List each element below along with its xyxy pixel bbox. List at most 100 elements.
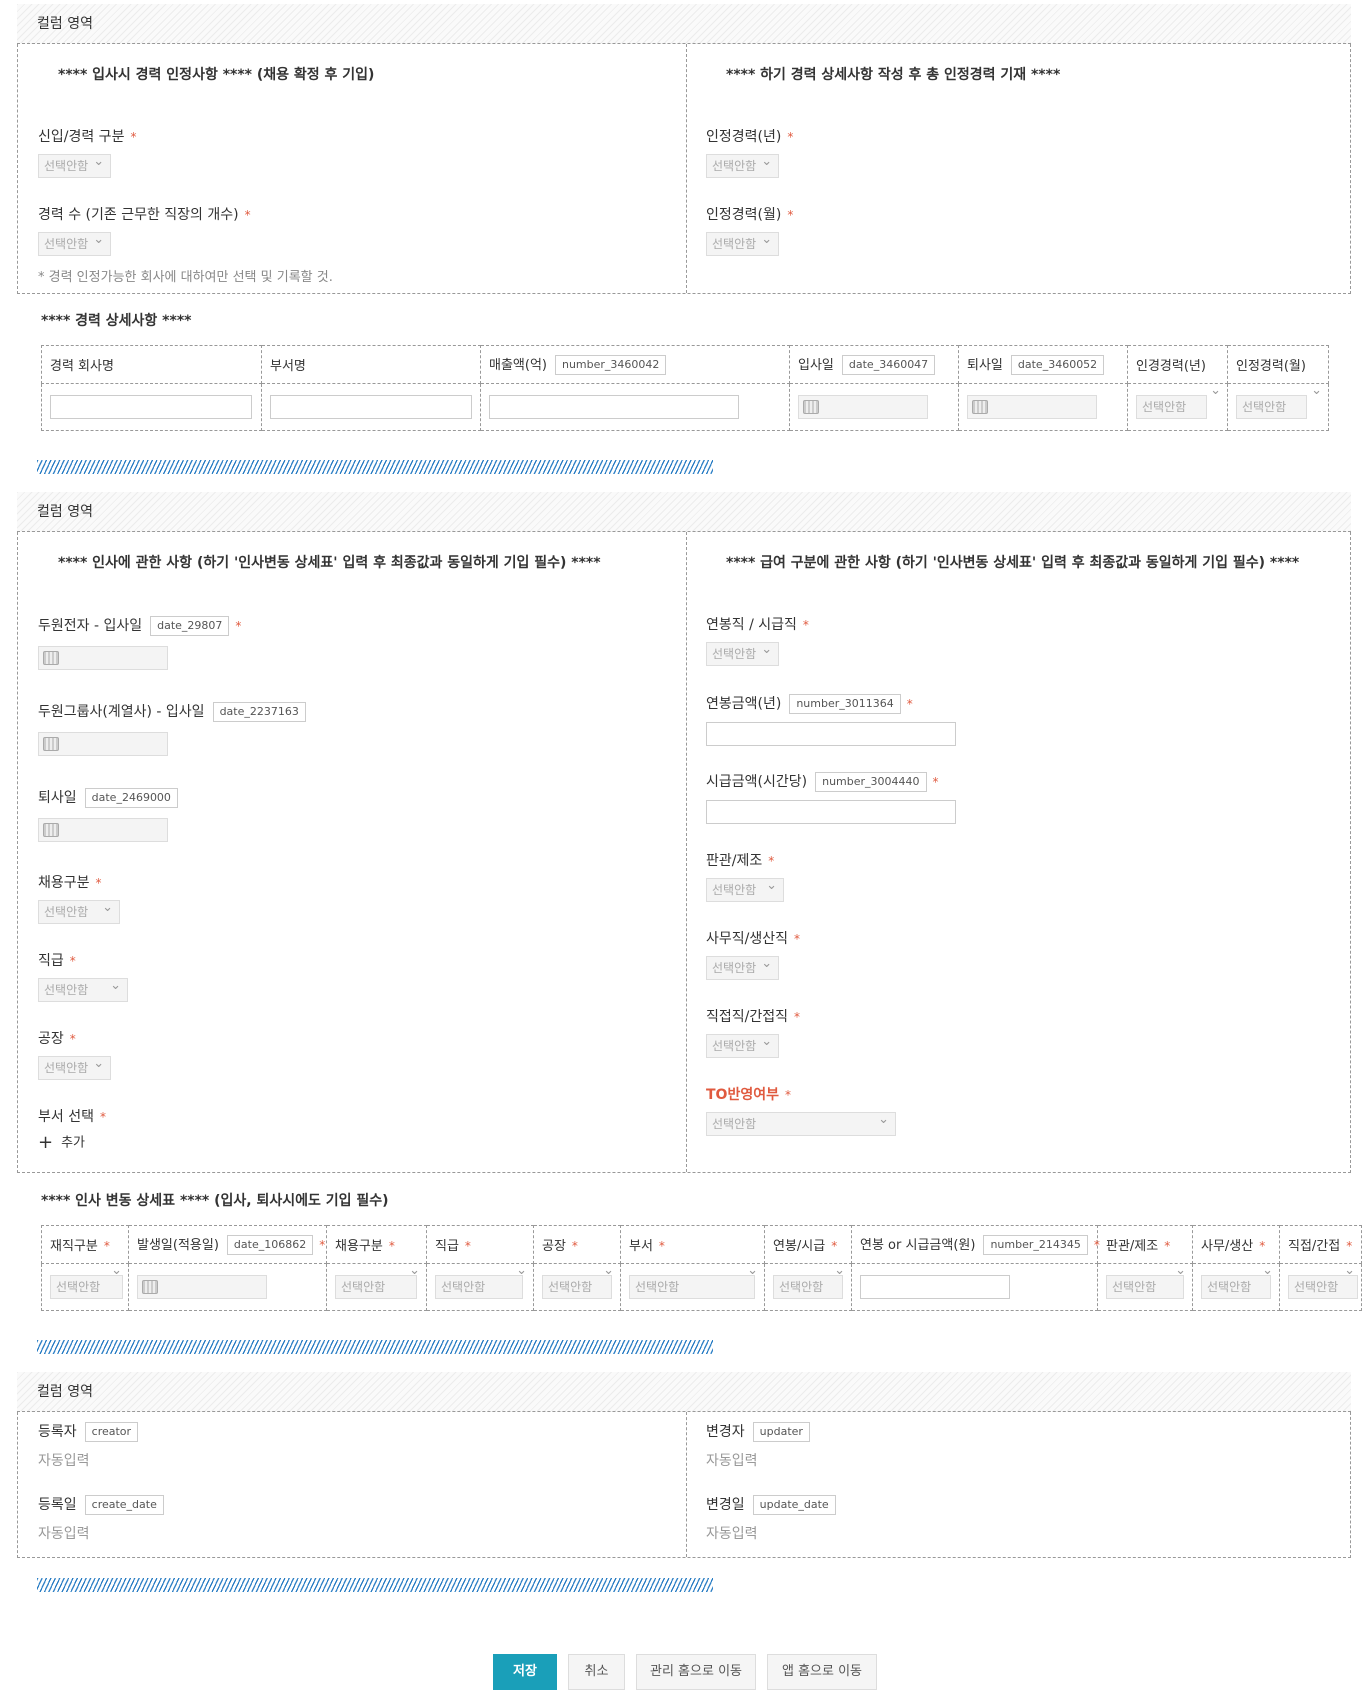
hire-type-label: 채용구분 * [38, 875, 102, 891]
doowon-join-date-input[interactable] [38, 646, 168, 670]
officeprod-row-select[interactable]: 선택안함 [1201, 1275, 1271, 1299]
table-header-row: 재직구분 * 발생일(적용일) date_106862 * 채용구분 * 직급 * 공장 *… [41, 1225, 1362, 1264]
sales-mfg-label: 판관/제조 * [706, 853, 775, 869]
add-dept-button[interactable]: + 추가 [38, 1134, 85, 1153]
factory-select[interactable]: 선택안함 [38, 1053, 112, 1080]
factory-label: 공장 * [38, 1031, 76, 1047]
company-input[interactable] [50, 395, 252, 419]
annual-input[interactable] [706, 722, 956, 746]
status-select[interactable]: 선택안함 [50, 1275, 124, 1299]
app-home-button[interactable]: 앱 홈으로 이동 [767, 1654, 877, 1690]
career-notice-left: **** 입사시 경력 인정사항 **** (채용 확정 후 기입) [58, 67, 375, 83]
col-salary: 연봉/시급 * [764, 1225, 852, 1264]
to-reflect-label: TO반영여부 * [706, 1087, 791, 1103]
salary-notice-right: **** 급여 구분에 관한 사항 (하기 '인사변동 상세표' 입력 후 최종… [726, 555, 1300, 571]
column-area-panel-1: 컬럼 영역 [17, 4, 1351, 44]
update-date-label: 변경일 update_date [706, 1495, 836, 1515]
col-hire: 채용구분 * [326, 1225, 427, 1264]
dept-select-label: 부서 선택 * [38, 1109, 106, 1125]
column-area-panel-2: 컬럼 영역 [17, 492, 1351, 532]
col-recog-month: 인정경력(월) [1227, 345, 1329, 384]
table-row: 선택안함 선택안함 선택안함 선택안함 선택안함 선택안함 선택안함 선택안함 … [41, 1263, 1362, 1311]
salary-type-select[interactable]: 선택안함 [706, 639, 780, 666]
recog-year-select[interactable]: 선택안함 [706, 151, 780, 178]
create-date-value: 자동입력 [38, 1526, 90, 1542]
section-divider [37, 1340, 713, 1354]
section-divider [37, 1578, 713, 1592]
leave-date-input[interactable] [38, 818, 168, 842]
col-status: 재직구분 * [41, 1225, 129, 1264]
calendar-icon [43, 651, 59, 665]
rank-select[interactable]: 선택안함 [38, 975, 128, 1002]
hr-change-title: **** 인사 변동 상세표 **** (입사, 퇴사시에도 기입 필수) [41, 1193, 389, 1209]
hire-row-select[interactable]: 선택안함 [335, 1275, 417, 1299]
career-notice-right: **** 하기 경력 상세사항 작성 후 총 인정경력 기재 **** [726, 67, 1061, 83]
hourly-input[interactable] [706, 800, 956, 824]
rank-row-select[interactable]: 선택안함 [435, 1275, 523, 1299]
plus-icon: + [38, 1132, 54, 1153]
hire-type-select[interactable]: 선택안함 [38, 897, 120, 924]
col-leave: 퇴사일 date_3460052 [958, 345, 1128, 384]
factory-row-select[interactable]: 선택안함 [542, 1275, 612, 1299]
office-prod-label: 사무직/생산직 * [706, 931, 800, 947]
direct-row-select[interactable]: 선택안함 [1288, 1275, 1358, 1299]
col-officeprod: 사무/생산 * [1192, 1225, 1280, 1264]
calendar-icon [43, 737, 59, 751]
col-join: 입사일 date_3460047 [789, 345, 959, 384]
col-rank: 직급 * [426, 1225, 534, 1264]
careercount-note: * 경력 인정가능한 회사에 대하여만 선택 및 기록할 것. [38, 270, 333, 285]
salesmfg-row-select[interactable]: 선택안함 [1106, 1275, 1184, 1299]
audit-section: 등록자 creator 자동입력 등록일 create_date 자동입력 변경자 u… [17, 1412, 1351, 1558]
salary-row-select[interactable]: 선택안함 [773, 1275, 843, 1299]
direct-label: 직접직/간접직 * [706, 1009, 800, 1025]
dept-row-select[interactable]: 선택안함 [629, 1275, 755, 1299]
save-button[interactable]: 저장 [493, 1654, 557, 1690]
dept-input[interactable] [270, 395, 472, 419]
admin-home-button[interactable]: 관리 홈으로 이동 [636, 1654, 756, 1690]
to-reflect-select[interactable]: 선택안함 [706, 1109, 896, 1136]
office-prod-select[interactable]: 선택안함 [706, 953, 780, 980]
annual-label: 연봉금액(년) number_3011364 * [706, 694, 913, 714]
panel-header: 컬럼 영역 [17, 1372, 1351, 1412]
table-row: 선택안함 선택안함 [41, 383, 1329, 431]
cancel-button[interactable]: 취소 [568, 1654, 625, 1690]
calendar-icon [142, 1280, 158, 1294]
hourly-label: 시급금액(시간당) number_3004440 * [706, 772, 939, 792]
career-detail-table: 경력 회사명 부서명 매출액(억) number_3460042 입사일 date_… [41, 345, 1329, 431]
col-direct: 직접/간접 * [1279, 1225, 1362, 1264]
careercount-select[interactable]: 선택안함 [38, 229, 112, 256]
salary-type-label: 연봉직 / 시급직 * [706, 617, 809, 633]
column-area-panel-3: 컬럼 영역 [17, 1372, 1351, 1412]
change-date-input[interactable] [137, 1275, 267, 1299]
doowon-join-label: 두원전자 - 입사일 date_29807 * [38, 616, 242, 636]
direct-select[interactable]: 선택안함 [706, 1031, 780, 1058]
join-date-input[interactable] [798, 395, 928, 419]
recog-month-row-select[interactable]: 선택안함 [1236, 395, 1308, 419]
col-amount: 연봉 or 시급금액(원) number_214345 * [851, 1225, 1100, 1264]
update-date-value: 자동입력 [706, 1526, 758, 1542]
table-header-row: 경력 회사명 부서명 매출액(억) number_3460042 입사일 date_… [41, 345, 1329, 384]
section-divider [37, 460, 713, 474]
hr-change-table: 재직구분 * 발생일(적용일) date_106862 * 채용구분 * 직급 * 공장 *… [41, 1225, 1362, 1311]
amount-input[interactable] [860, 1275, 1010, 1299]
col-factory: 공장 * [533, 1225, 621, 1264]
calendar-icon [803, 400, 819, 414]
col-date: 발생일(적용일) date_106862 * [128, 1225, 327, 1264]
creator-label: 등록자 creator [38, 1422, 139, 1442]
career-detail-title: **** 경력 상세사항 **** [41, 313, 192, 329]
updater-value: 자동입력 [706, 1453, 758, 1469]
group-join-date-input[interactable] [38, 732, 168, 756]
careercount-label: 경력 수 (기존 근무한 직장의 개수) * [38, 207, 251, 223]
sales-input[interactable] [489, 395, 739, 419]
newcareer-select[interactable]: 선택안함 [38, 151, 112, 178]
hr-salary-section: **** 인사에 관한 사항 (하기 '인사변동 상세표' 입력 후 최종값과 … [17, 532, 1351, 1173]
sales-mfg-select[interactable]: 선택안함 [706, 875, 784, 902]
calendar-icon [972, 400, 988, 414]
recog-year-row-select[interactable]: 선택안함 [1136, 395, 1208, 419]
col-salesmfg: 판관/제조 * [1097, 1225, 1193, 1264]
recog-month-select[interactable]: 선택안함 [706, 229, 780, 256]
calendar-icon [43, 823, 59, 837]
leave-date-input[interactable] [967, 395, 1097, 419]
career-recognition-section: **** 입사시 경력 인정사항 **** (채용 확정 후 기입) **** … [17, 44, 1351, 294]
creator-value: 자동입력 [38, 1453, 90, 1469]
